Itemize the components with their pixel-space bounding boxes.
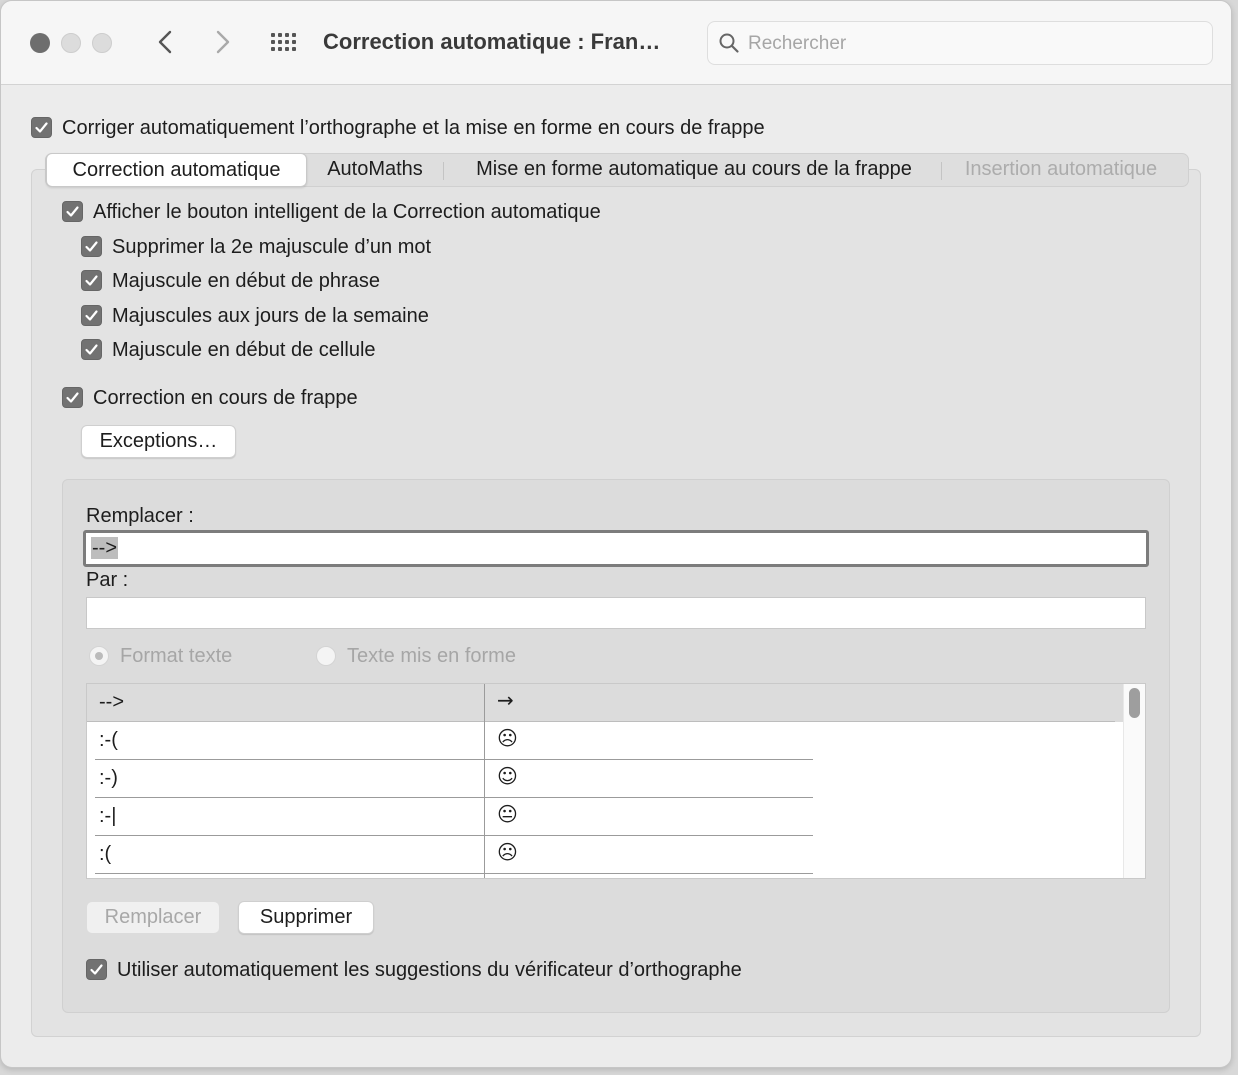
- table-row[interactable]: :( ☹: [87, 836, 1123, 874]
- grid-dot: [285, 33, 289, 37]
- with-cell: ☹: [497, 840, 518, 864]
- replace-cell: :-): [99, 767, 118, 789]
- weekday-capital-checkbox[interactable]: [81, 305, 102, 326]
- grid-dot: [285, 47, 289, 51]
- sentence-capital-checkbox[interactable]: [81, 270, 102, 291]
- grid-dot: [292, 33, 296, 37]
- correct-while-typing-checkbox[interactable]: [62, 387, 83, 408]
- with-cell: 😐: [497, 802, 518, 826]
- minimize-window-button[interactable]: [61, 33, 81, 53]
- replace-cell: :-(: [99, 729, 118, 751]
- table-row[interactable]: --> →: [87, 684, 1123, 722]
- close-window-button[interactable]: [30, 33, 50, 53]
- grid-dot: [278, 40, 282, 44]
- tab-correction-automatique[interactable]: Correction automatique: [46, 153, 307, 187]
- replacements-table[interactable]: --> → :-( ☹ :-) ☺ :-| 😐 :( ☹ :) ☺: [86, 683, 1146, 879]
- plain-text-label: Format texte: [120, 645, 233, 667]
- grid-dot: [278, 47, 282, 51]
- cell-capital-checkbox[interactable]: [81, 339, 102, 360]
- spell-suggestions-checkbox[interactable]: [86, 959, 107, 980]
- second-capital-checkbox[interactable]: [81, 236, 102, 257]
- smart-button-label: Afficher le bouton intelligent de la Cor…: [93, 201, 601, 223]
- scrollbar-thumb[interactable]: [1129, 688, 1140, 718]
- with-cell: ☺: [497, 764, 518, 788]
- with-cell: →: [497, 688, 514, 712]
- with-cell: ☺: [497, 878, 518, 879]
- correct-while-typing-label: Correction en cours de frappe: [93, 387, 358, 409]
- replace-label: Remplacer :: [86, 505, 194, 527]
- preferences-window: Correction automatique : Fran… Corriger …: [0, 0, 1232, 1068]
- spell-suggestions-label: Utiliser automatiquement les suggestions…: [117, 959, 742, 981]
- replace-cell: :(: [99, 843, 112, 865]
- search-field[interactable]: [707, 21, 1213, 65]
- with-label: Par :: [86, 569, 129, 591]
- table-row[interactable]: :-) ☺: [87, 760, 1123, 798]
- second-capital-label: Supprimer la 2e majuscule d’un mot: [112, 236, 432, 258]
- formatted-text-radio: [316, 646, 336, 666]
- sentence-capital-label: Majuscule en début de phrase: [112, 270, 380, 292]
- tab-mise-en-forme[interactable]: Mise en forme automatique au cours de la…: [454, 154, 934, 186]
- grid-dot: [292, 40, 296, 44]
- grid-dot: [285, 40, 289, 44]
- autocorrect-master-checkbox[interactable]: [31, 117, 52, 138]
- grid-dot: [271, 47, 275, 51]
- table-row[interactable]: :-( ☹: [87, 722, 1123, 760]
- back-chevron-icon[interactable]: [149, 25, 183, 59]
- with-cell: ☹: [497, 726, 518, 750]
- window-title: Correction automatique : Fran…: [323, 29, 661, 54]
- replace-input[interactable]: -->: [83, 530, 1149, 567]
- column-divider: [484, 684, 485, 878]
- show-all-grid-icon[interactable]: [267, 28, 303, 58]
- weekday-capital-label: Majuscules aux jours de la semaine: [112, 305, 429, 327]
- zoom-window-button[interactable]: [92, 33, 112, 53]
- cell-capital-label: Majuscule en début de cellule: [112, 339, 376, 361]
- grid-dot: [271, 33, 275, 37]
- delete-button[interactable]: Supprimer: [238, 901, 374, 934]
- tab-bar: Correction automatique AutoMaths Mise en…: [45, 153, 1189, 187]
- search-input[interactable]: [748, 31, 1198, 57]
- replace-button: Remplacer: [86, 901, 220, 934]
- grid-dot: [292, 47, 296, 51]
- tab-insertion-automatique: Insertion automatique: [964, 158, 1158, 180]
- tab-separator: [941, 162, 942, 180]
- search-icon: [718, 32, 740, 54]
- plain-text-radio: [89, 646, 109, 666]
- exceptions-button[interactable]: Exceptions…: [81, 425, 236, 458]
- forward-chevron-icon[interactable]: [206, 25, 240, 59]
- table-row[interactable]: :) ☺: [87, 874, 1123, 879]
- formatted-text-label: Texte mis en forme: [347, 645, 516, 667]
- table-row[interactable]: :-| 😐: [87, 798, 1123, 836]
- smart-button-checkbox[interactable]: [62, 201, 83, 222]
- tab-separator: [443, 162, 444, 180]
- grid-dot: [271, 40, 275, 44]
- with-input[interactable]: [86, 597, 1146, 629]
- autocorrect-master-label: Corriger automatiquement l’orthographe e…: [62, 117, 765, 139]
- replace-input-value: -->: [91, 537, 118, 559]
- grid-dot: [278, 33, 282, 37]
- table-scrollbar[interactable]: [1123, 684, 1145, 878]
- replace-cell: :-|: [99, 805, 117, 827]
- title-bar: Correction automatique : Fran…: [1, 1, 1231, 85]
- tab-automaths[interactable]: AutoMaths: [314, 154, 436, 186]
- replace-cell: -->: [99, 691, 124, 713]
